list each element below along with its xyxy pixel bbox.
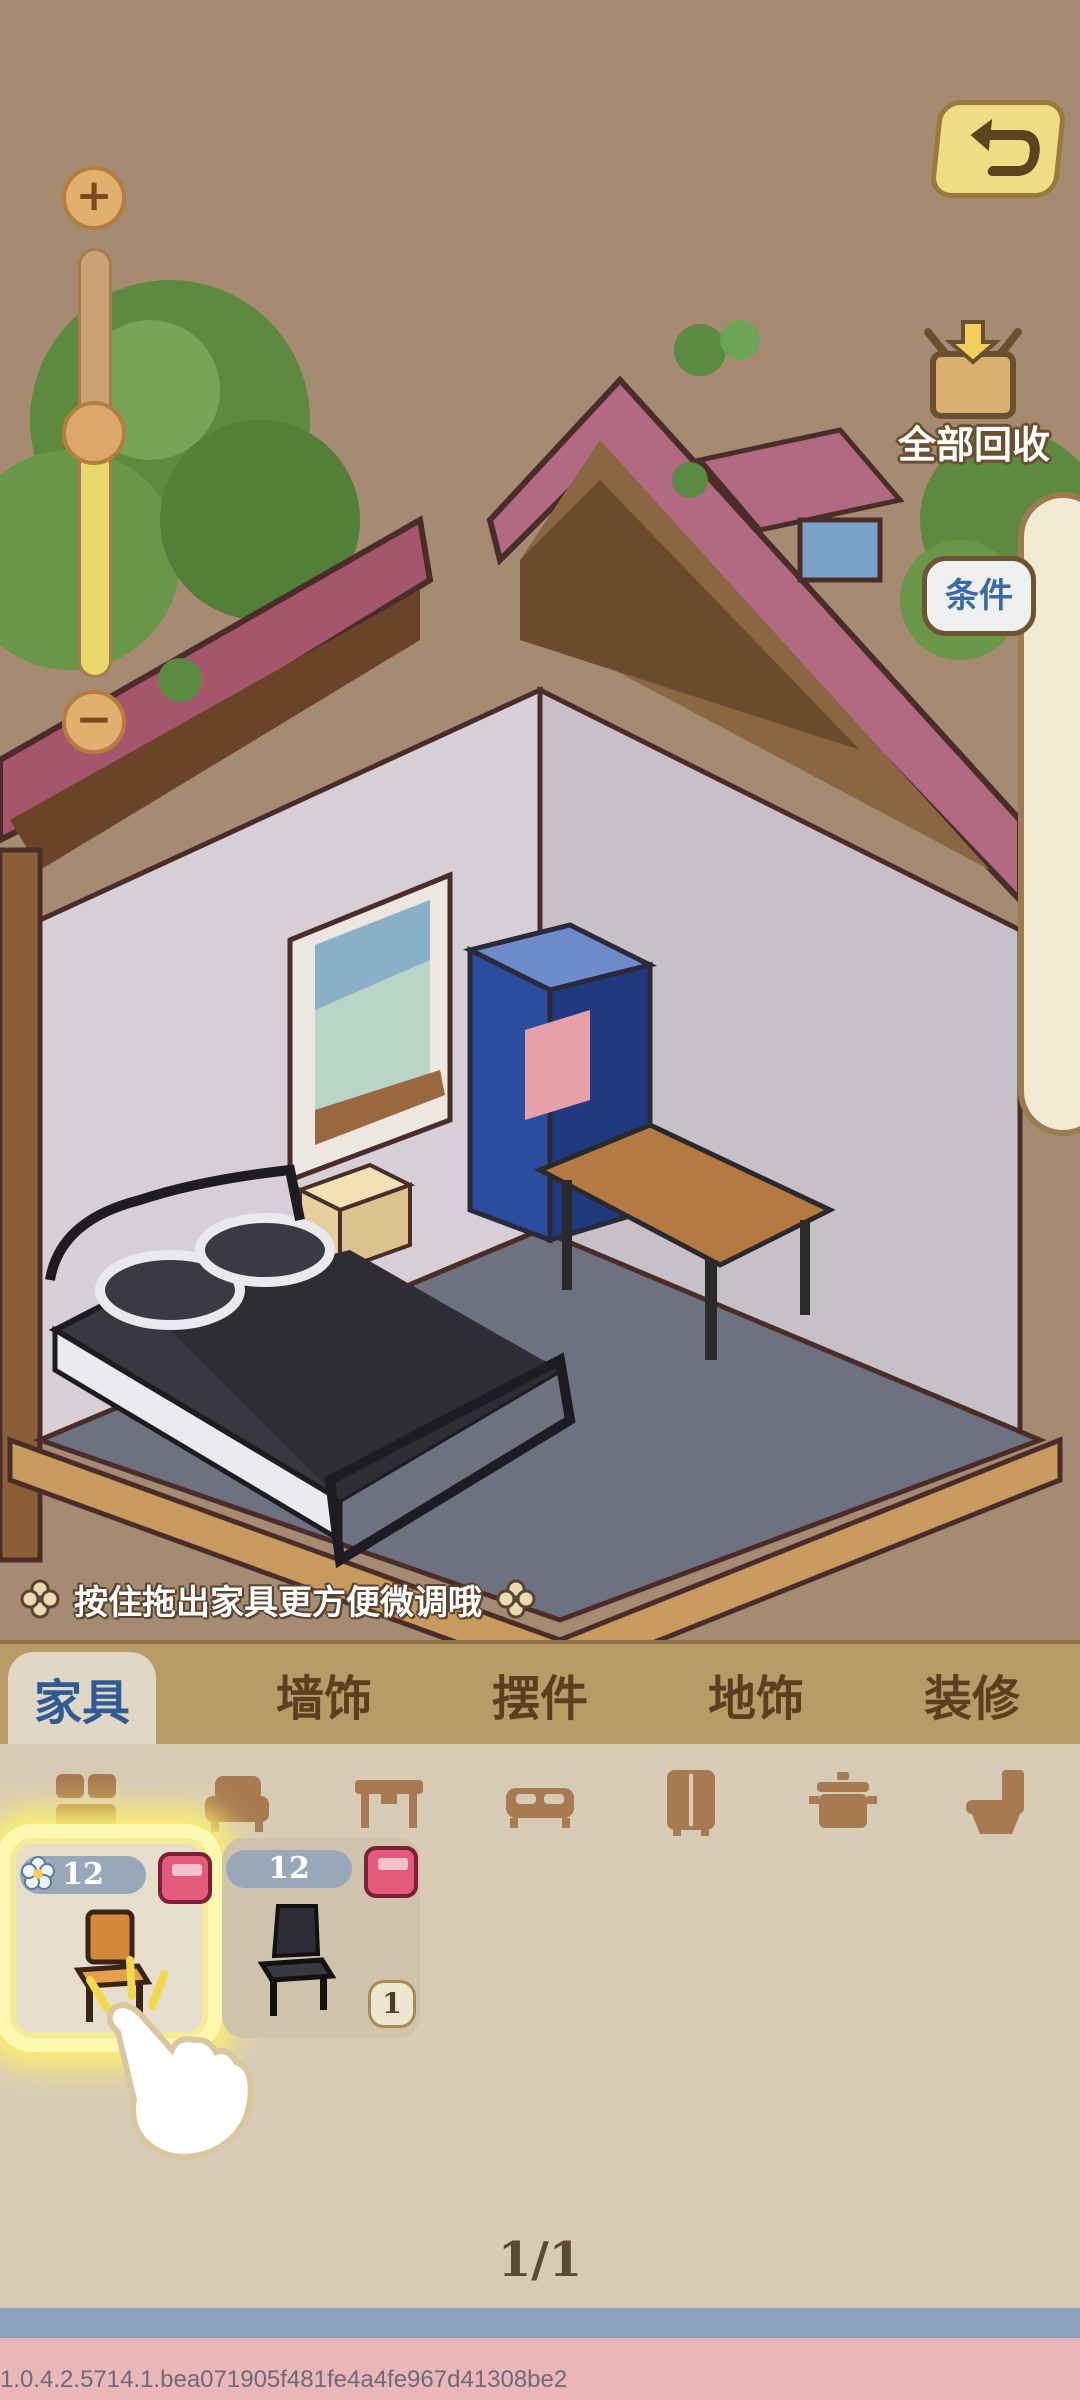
clover-icon [20, 1579, 60, 1619]
clover-icon [496, 1579, 536, 1619]
bed-category-icon[interactable] [504, 1766, 576, 1838]
toilet-category-icon[interactable] [958, 1766, 1030, 1838]
zoom-slider-fill [81, 433, 109, 675]
hint-text: 按住拖出家具更方便微调哦 [74, 1582, 482, 1623]
room-illustration [0, 0, 1080, 1640]
table-category-icon[interactable] [353, 1766, 425, 1838]
tutorial-hand-pointer-icon [86, 1956, 254, 2160]
recycle-all-button[interactable] [880, 312, 1066, 426]
owned-count-badge: 1 [368, 1980, 416, 2028]
recycle-all-label: 全部回收 [897, 423, 1050, 467]
furniture-inventory-panel: 家具 墙饰 摆件 地饰 装修 12 12 1 1/1 [0, 1640, 1080, 2308]
zoom-out-button[interactable]: − [62, 690, 126, 754]
room-scene[interactable] [0, 0, 1080, 1640]
conditions-button[interactable]: 条件 [922, 556, 1036, 636]
pagination-indicator: 1/1 [497, 2232, 583, 2288]
tab-renovation[interactable]: 装修 [864, 1644, 1080, 1744]
plus-icon: + [75, 170, 113, 221]
wardrobe-category-icon[interactable] [655, 1766, 727, 1838]
tab-wall-decor[interactable]: 墙饰 [216, 1644, 432, 1744]
bottom-bar-blue [0, 2308, 1080, 2338]
flower-icon [21, 1856, 55, 1890]
pot-category-icon[interactable] [807, 1766, 879, 1838]
hint-bar: 按住拖出家具更方便微调哦 [20, 1574, 536, 1624]
black-chair-image [257, 1904, 337, 2016]
undo-button[interactable] [928, 100, 1068, 198]
version-string: 1.0.4.2.5714.1.bea071905f481fe4a4fe967d4… [0, 2366, 568, 2393]
book-icon [158, 1852, 212, 1904]
zoom-slider-handle[interactable] [62, 400, 126, 465]
undo-icon [970, 119, 1040, 176]
category-tab-bar: 家具 墙饰 摆件 地饰 装修 [0, 1640, 1080, 1744]
basket-icon [924, 320, 1022, 419]
item-count-badge: 12 [226, 1850, 352, 1888]
book-icon [364, 1846, 418, 1898]
chair-category-icon[interactable] [50, 1766, 122, 1838]
tab-furniture[interactable]: 家具 [8, 1652, 156, 1744]
tab-ornaments[interactable]: 摆件 [432, 1644, 648, 1744]
tab-floor-decor[interactable]: 地饰 [648, 1644, 864, 1744]
zoom-in-button[interactable]: + [62, 166, 126, 230]
sofa-category-icon[interactable] [201, 1766, 273, 1838]
minus-icon: − [75, 694, 113, 745]
